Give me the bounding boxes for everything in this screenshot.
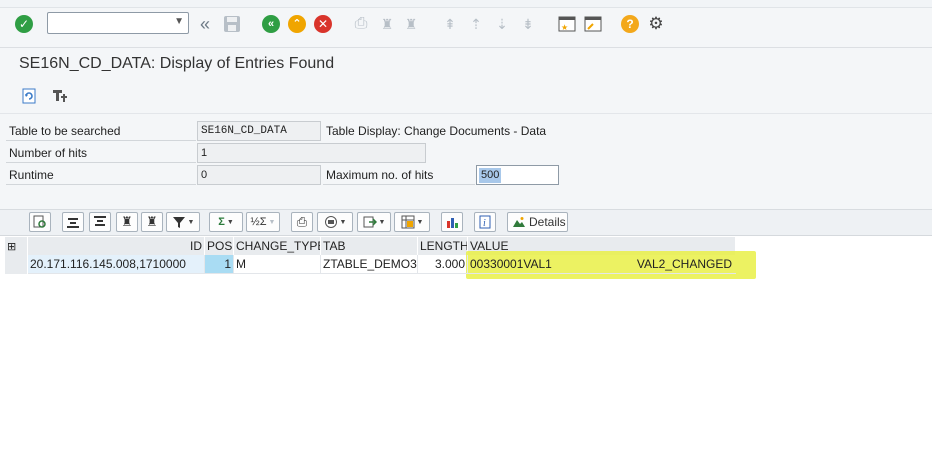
details-label: Details: [529, 215, 566, 229]
cell-id[interactable]: 20.171.116.145.008,1710000: [28, 255, 205, 274]
table-label: Table to be searched: [6, 121, 196, 141]
save-icon[interactable]: [222, 14, 242, 34]
window-top-strip: [0, 0, 932, 8]
command-field[interactable]: ▼: [47, 12, 189, 34]
runtime-label: Runtime: [6, 165, 196, 185]
exit-icon[interactable]: ⌃: [287, 14, 307, 34]
filter-icon[interactable]: ▼: [166, 212, 200, 232]
table-description: Table Display: Change Documents - Data: [326, 124, 547, 138]
max-hits-input[interactable]: 500: [476, 165, 559, 185]
previous-page-icon[interactable]: ⇡: [466, 14, 486, 34]
hits-value: 1: [197, 143, 426, 163]
enter-check-icon[interactable]: ✓: [14, 14, 34, 34]
chevron-down-icon[interactable]: ▼: [174, 16, 184, 27]
subtotal-icon[interactable]: ½Σ ▼: [246, 212, 280, 232]
first-page-icon[interactable]: ⇞: [440, 14, 460, 34]
sort-descending-icon[interactable]: [89, 212, 111, 232]
cell-value[interactable]: 00330001VAL1 VAL2_CHANGED: [468, 255, 736, 274]
detail-view-icon[interactable]: [29, 212, 51, 232]
cancel-icon[interactable]: ✕: [313, 14, 333, 34]
column-header-tab[interactable]: TAB: [321, 237, 418, 255]
page-title: SE16N_CD_DATA: Display of Entries Found: [19, 55, 335, 72]
select-all-cell[interactable]: ⊞: [5, 237, 28, 255]
gear-icon[interactable]: ⚙: [646, 14, 666, 34]
runtime-value: 0: [197, 165, 321, 185]
svg-text:i: i: [483, 218, 486, 229]
cell-change-type[interactable]: M: [234, 255, 321, 274]
settings-tool-icon[interactable]: [50, 86, 70, 106]
view-icon[interactable]: ▼: [317, 212, 353, 232]
find-next-icon[interactable]: ♜: [401, 14, 421, 34]
graphic-chart-icon[interactable]: [441, 212, 463, 232]
cell-tab[interactable]: ZTABLE_DEMO3: [321, 255, 418, 274]
details-button[interactable]: Details: [507, 212, 568, 232]
sum-icon[interactable]: Σ ▼: [209, 212, 243, 232]
application-toolbar: [0, 82, 932, 114]
next-page-icon[interactable]: ⇣: [492, 14, 512, 34]
help-icon[interactable]: ?: [620, 14, 640, 34]
column-header-length[interactable]: LENGTH: [418, 237, 468, 255]
find-next-icon[interactable]: ♜: [141, 212, 163, 232]
info-icon[interactable]: i: [474, 212, 496, 232]
sort-ascending-icon[interactable]: [62, 212, 84, 232]
max-hits-label: Maximum no. of hits: [323, 165, 475, 185]
column-header-change-type[interactable]: CHANGE_TYPE: [234, 237, 321, 255]
command-input[interactable]: [48, 13, 168, 33]
layout-icon[interactable]: ▼: [394, 212, 430, 232]
cell-length[interactable]: 3.000: [418, 255, 468, 274]
shortcut-icon[interactable]: [583, 14, 603, 34]
column-header-pos[interactable]: POS: [205, 237, 234, 255]
cell-pos[interactable]: 1: [205, 255, 234, 274]
find-icon[interactable]: ♜: [377, 14, 397, 34]
sum-symbol: Σ: [218, 216, 225, 228]
cell-value-left: 00330001VAL1: [470, 257, 552, 271]
table-value: SE16N_CD_DATA: [197, 121, 321, 141]
print-icon[interactable]: ⎙: [351, 14, 371, 34]
find-icon[interactable]: ♜: [116, 212, 138, 232]
last-page-icon[interactable]: ⇟: [518, 14, 538, 34]
print-icon[interactable]: ⎙: [291, 212, 313, 232]
row-selector[interactable]: [5, 255, 28, 274]
alv-toolbar: [0, 210, 932, 236]
hits-label: Number of hits: [6, 143, 196, 163]
column-header-id[interactable]: ID: [28, 237, 205, 255]
cell-value-right: VAL2_CHANGED: [636, 257, 732, 271]
double-chevron-left-icon[interactable]: «: [195, 14, 215, 34]
max-hits-value[interactable]: 500: [479, 168, 502, 183]
mountain-icon: [513, 217, 525, 227]
select-all-icon[interactable]: ⊞: [7, 241, 16, 253]
export-icon[interactable]: ▼: [357, 212, 391, 232]
refresh-icon[interactable]: [19, 86, 39, 106]
svg-text:★: ★: [561, 23, 568, 32]
create-session-icon[interactable]: ★: [557, 14, 577, 34]
back-icon[interactable]: «: [261, 14, 281, 34]
